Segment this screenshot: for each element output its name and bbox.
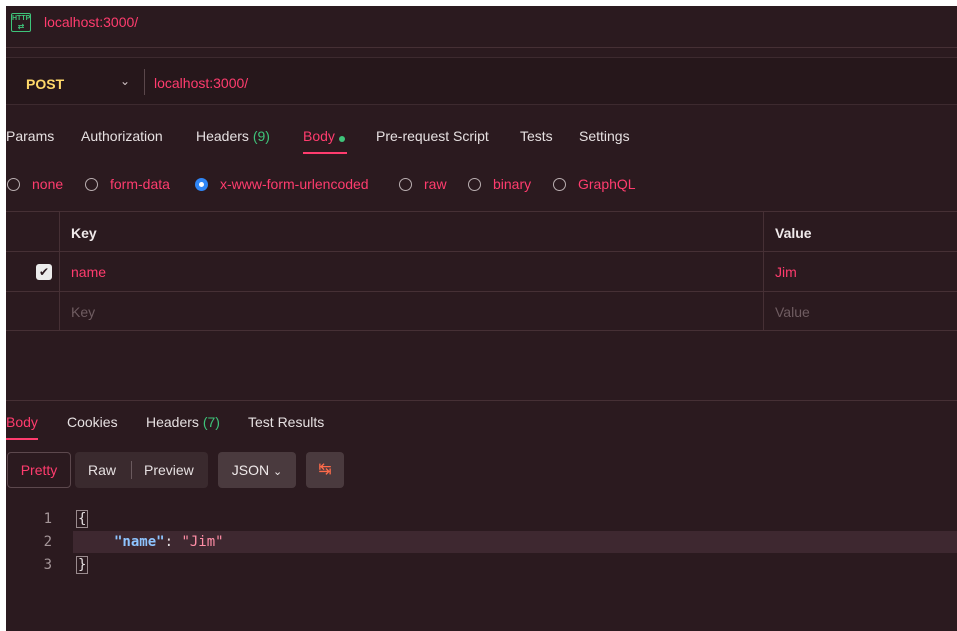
new-value-input[interactable]: Value <box>775 304 810 320</box>
body-indicator-dot <box>339 136 345 142</box>
method-select[interactable]: POST <box>26 76 64 92</box>
radio-form-data-label[interactable]: form-data <box>110 176 170 192</box>
table-border <box>6 251 957 252</box>
request-tab-bar: HTTP ⇄ localhost:3000/ <box>6 6 957 40</box>
tab-headers[interactable]: Headers (9) <box>196 128 270 144</box>
radio-urlencoded-label[interactable]: x-www-form-urlencoded <box>220 176 369 192</box>
tab-headers-label: Headers <box>196 128 249 144</box>
divider <box>144 69 145 95</box>
active-tab-underline <box>6 438 38 440</box>
response-tab-headers-label: Headers <box>146 414 199 430</box>
radio-binary-label[interactable]: binary <box>493 176 531 192</box>
table-border <box>6 330 957 331</box>
response-tab-body[interactable]: Body <box>6 414 38 430</box>
table-border <box>6 211 957 212</box>
divider <box>131 461 132 479</box>
tab-settings[interactable]: Settings <box>579 128 630 144</box>
code-line: { <box>76 510 89 528</box>
divider <box>6 47 957 48</box>
radio-none-label[interactable]: none <box>32 176 63 192</box>
radio-binary[interactable] <box>468 178 481 191</box>
tab-body[interactable]: Body <box>303 128 335 144</box>
radio-raw-label[interactable]: raw <box>424 176 447 192</box>
format-label: JSON <box>231 462 270 478</box>
line-number: 2 <box>43 534 52 550</box>
column-header-value: Value <box>775 225 812 241</box>
line-number: 1 <box>43 511 52 527</box>
pretty-button[interactable]: Pretty <box>7 452 71 488</box>
row-value-cell[interactable]: Jim <box>775 264 797 280</box>
wrap-lines-icon[interactable]: ↹ <box>306 452 344 488</box>
radio-graphql[interactable] <box>553 178 566 191</box>
url-input[interactable]: localhost:3000/ <box>154 75 248 91</box>
body-params-table <box>6 211 957 331</box>
response-tab-headers[interactable]: Headers (7) <box>146 414 220 430</box>
radio-urlencoded[interactable] <box>195 178 208 191</box>
tab-params[interactable]: Params <box>6 128 54 144</box>
table-border <box>763 211 764 331</box>
table-border <box>59 211 60 331</box>
radio-graphql-label[interactable]: GraphQL <box>578 176 636 192</box>
code-line: } <box>76 556 89 574</box>
raw-button[interactable]: Raw <box>88 462 116 478</box>
active-tab-underline <box>303 152 347 154</box>
format-select[interactable]: JSON ⌄ <box>218 452 296 488</box>
response-tab-test-results[interactable]: Test Results <box>248 414 324 430</box>
radio-raw[interactable] <box>399 178 412 191</box>
headers-count: (9) <box>252 128 270 144</box>
json-value: "Jim" <box>181 534 224 550</box>
row-enabled-checkbox[interactable]: ✔ <box>36 264 52 280</box>
code-line: "name": "Jim" <box>114 534 224 550</box>
new-key-input[interactable]: Key <box>71 304 95 320</box>
request-url-bar <box>6 57 957 105</box>
response-tab-cookies[interactable]: Cookies <box>67 414 118 430</box>
close-brace: } <box>76 556 89 574</box>
request-tab-title[interactable]: localhost:3000/ <box>44 14 138 30</box>
column-header-key: Key <box>71 225 97 241</box>
preview-button[interactable]: Preview <box>144 462 194 478</box>
response-divider <box>6 400 957 401</box>
radio-form-data[interactable] <box>85 178 98 191</box>
chevron-down-icon: ⌄ <box>273 466 283 478</box>
line-number: 3 <box>43 557 52 573</box>
response-headers-count: (7) <box>202 414 220 430</box>
table-border <box>6 291 957 292</box>
open-brace: { <box>76 510 89 528</box>
tab-authorization[interactable]: Authorization <box>81 128 163 144</box>
tab-pre-request-script[interactable]: Pre-request Script <box>376 128 489 144</box>
json-colon: : <box>164 534 182 550</box>
http-icon: HTTP ⇄ <box>11 13 31 32</box>
tab-tests[interactable]: Tests <box>520 128 553 144</box>
radio-none[interactable] <box>7 178 20 191</box>
postman-app: HTTP ⇄ localhost:3000/ POST ⌄ localhost:3… <box>6 6 957 631</box>
json-key: "name" <box>114 534 165 550</box>
chevron-down-icon[interactable]: ⌄ <box>120 74 130 88</box>
row-key-cell[interactable]: name <box>71 264 106 280</box>
